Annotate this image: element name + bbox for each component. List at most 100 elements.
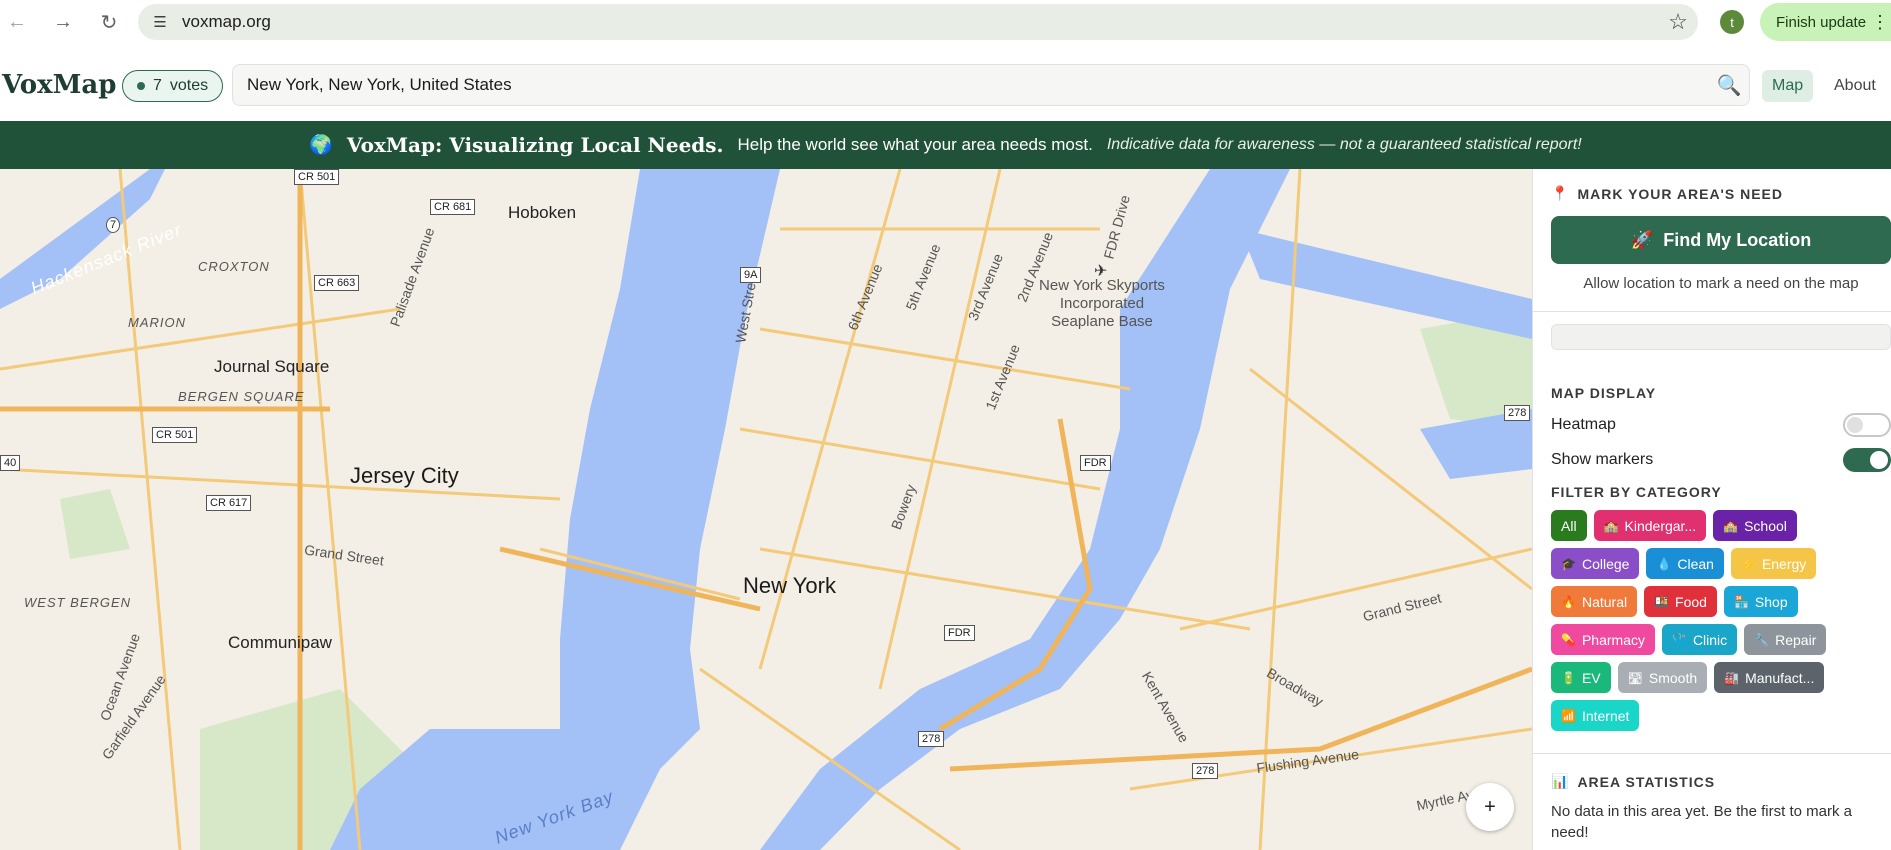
category-icon: 📶	[1561, 708, 1576, 723]
zoom-in-button[interactable]: +	[1466, 783, 1514, 831]
divider	[1533, 753, 1891, 754]
map-display-heading: MAP DISPLAY	[1551, 385, 1657, 401]
category-chips: All 🏫 Kindergar... 🏫 School 🎓 College 💧 Clean ⚡ En…	[1551, 510, 1891, 731]
area-stats-title: AREA STATISTICS	[1577, 773, 1716, 790]
map-label-seaplane-base: New York Skyports Incorporated Seaplane …	[1039, 277, 1165, 330]
category-chip[interactable]: 🩺 Clinic	[1661, 624, 1738, 655]
category-label: Food	[1675, 593, 1707, 610]
address-bar[interactable]: ☰ voxmap.org ☆	[138, 4, 1698, 40]
mark-need-title: MARK YOUR AREA'S NEED	[1577, 185, 1784, 202]
app-header: VoxMap 7 votes New York, New York, Unite…	[0, 56, 1891, 120]
category-label: Pharmacy	[1581, 631, 1645, 648]
votes-label: votes	[169, 77, 209, 94]
search-input[interactable]: New York, New York, United States	[233, 75, 1709, 95]
category-label: College	[1581, 555, 1630, 572]
finish-update-button[interactable]: Finish update ⋮	[1760, 3, 1891, 41]
route-shield: CR 501	[294, 169, 340, 185]
map-label-new-york: New York	[743, 573, 836, 598]
route-shield: CR 663	[314, 275, 360, 291]
category-icon: 🔋	[1561, 670, 1576, 685]
category-chip[interactable]: 🔧 Repair	[1744, 624, 1827, 655]
map-canvas[interactable]: Hoboken Jersey City Journal Square BERGE…	[0, 169, 1532, 850]
status-dot-icon	[137, 82, 145, 90]
category-chip[interactable]: 📶 Internet	[1551, 700, 1640, 731]
category-chip[interactable]: 🛣 Smooth	[1617, 662, 1708, 693]
category-chip[interactable]: 🏫 Kindergar...	[1593, 510, 1707, 541]
votes-badge: 7 votes	[122, 70, 224, 102]
category-chip[interactable]: All	[1551, 510, 1587, 541]
map-label-bergen-square: BERGEN SQUARE	[178, 389, 305, 404]
allow-location-note: Allow location to mark a need on the map	[1583, 275, 1859, 292]
route-shield: 9A	[740, 267, 762, 283]
map-label-communipaw: Communipaw	[228, 633, 332, 652]
nav-map-link[interactable]: Map	[1762, 70, 1814, 102]
category-chip[interactable]: 🔥 Natural	[1551, 586, 1638, 617]
menu-kebab-icon[interactable]: ⋮	[1871, 12, 1889, 33]
category-chip[interactable]: 🔋 EV	[1551, 662, 1611, 693]
map-label-west-bergen: WEST BERGEN	[24, 595, 132, 610]
route-shield: FDR	[944, 625, 975, 641]
category-chip[interactable]: 💊 Pharmacy	[1551, 624, 1655, 655]
forward-arrow-icon[interactable]: →	[46, 5, 80, 39]
sidebar: 📍 MARK YOUR AREA'S NEED 🚀 Find My Locati…	[1532, 169, 1891, 850]
interstate-shield: 278	[918, 731, 945, 747]
map-label-hoboken: Hoboken	[508, 203, 577, 222]
map-label-journal-square: Journal Square	[214, 357, 330, 376]
location-icon: 🚀	[1630, 229, 1654, 250]
interstate-shield: 278	[1192, 763, 1219, 779]
banner-title: VoxMap: Visualizing Local Needs.	[346, 133, 724, 157]
route-shield: CR 501	[152, 427, 198, 443]
category-label: Repair	[1775, 631, 1817, 648]
back-arrow-icon[interactable]: ←	[0, 5, 34, 39]
route-shield: CR 681	[430, 199, 476, 215]
route-shield: 40	[0, 455, 21, 471]
site-settings-icon[interactable]: ☰	[142, 13, 178, 31]
category-chip[interactable]: 🏪 Shop	[1723, 586, 1798, 617]
divider	[1533, 311, 1891, 312]
category-label: Energy	[1761, 555, 1807, 572]
location-search[interactable]: New York, New York, United States 🔍	[232, 64, 1750, 106]
category-chip[interactable]: 🏭 Manufact...	[1714, 662, 1825, 693]
category-label: All	[1561, 517, 1577, 534]
logo[interactable]: VoxMap	[2, 70, 116, 100]
mark-need-heading: 📍 MARK YOUR AREA'S NEED	[1551, 185, 1783, 202]
category-chip[interactable]: 🍱 Food	[1644, 586, 1717, 617]
category-icon: 🩺	[1671, 632, 1687, 647]
category-chip[interactable]: ⚡ Energy	[1730, 548, 1817, 579]
map-label-marion: MARION	[128, 315, 186, 330]
category-chip[interactable]: 💧 Clean	[1646, 548, 1724, 579]
banner-subtitle: Help the world see what your area needs …	[737, 135, 1093, 154]
category-label: Shop	[1754, 593, 1788, 610]
category-chip[interactable]: 🏫 School	[1713, 510, 1797, 541]
category-icon: ⚡	[1740, 556, 1756, 571]
filter-category-heading: FILTER BY CATEGORY	[1551, 484, 1722, 500]
votes-count: 7	[153, 77, 162, 94]
category-icon: 💧	[1656, 556, 1672, 571]
bookmark-star-icon[interactable]: ☆	[1658, 9, 1698, 35]
show-markers-toggle[interactable]	[1843, 448, 1891, 472]
area-stats-heading: 📊 AREA STATISTICS	[1551, 773, 1715, 790]
category-label: School	[1744, 517, 1787, 534]
interstate-shield: 278	[1504, 405, 1531, 421]
find-location-label: Find My Location	[1663, 229, 1812, 250]
category-icon: 🔧	[1754, 632, 1770, 647]
map-label-croxton: CROXTON	[198, 259, 270, 274]
area-stats-text: No data in this area yet. Be the first t…	[1551, 803, 1852, 841]
info-banner: 🌍 VoxMap: Visualizing Local Needs. Help …	[0, 121, 1891, 169]
airport-icon: ✈	[1094, 263, 1108, 280]
pin-icon: 📍	[1551, 185, 1570, 201]
category-label: Kindergar...	[1624, 517, 1697, 534]
category-icon: 🍱	[1654, 594, 1670, 609]
route-shield: FDR	[1080, 455, 1111, 471]
heatmap-toggle[interactable]	[1843, 413, 1891, 437]
profile-avatar[interactable]: t	[1720, 10, 1744, 34]
url-text[interactable]: voxmap.org	[182, 12, 1658, 32]
nav-about-link[interactable]: About	[1834, 70, 1876, 102]
category-label: Internet	[1581, 707, 1630, 724]
category-chip[interactable]: 🎓 College	[1551, 548, 1640, 579]
find-my-location-button[interactable]: 🚀 Find My Location	[1551, 216, 1891, 264]
globe-icon: 🌍	[309, 135, 333, 156]
search-icon[interactable]: 🔍	[1709, 73, 1749, 98]
show-markers-label: Show markers	[1551, 451, 1654, 468]
reload-icon[interactable]: ↻	[92, 5, 126, 39]
